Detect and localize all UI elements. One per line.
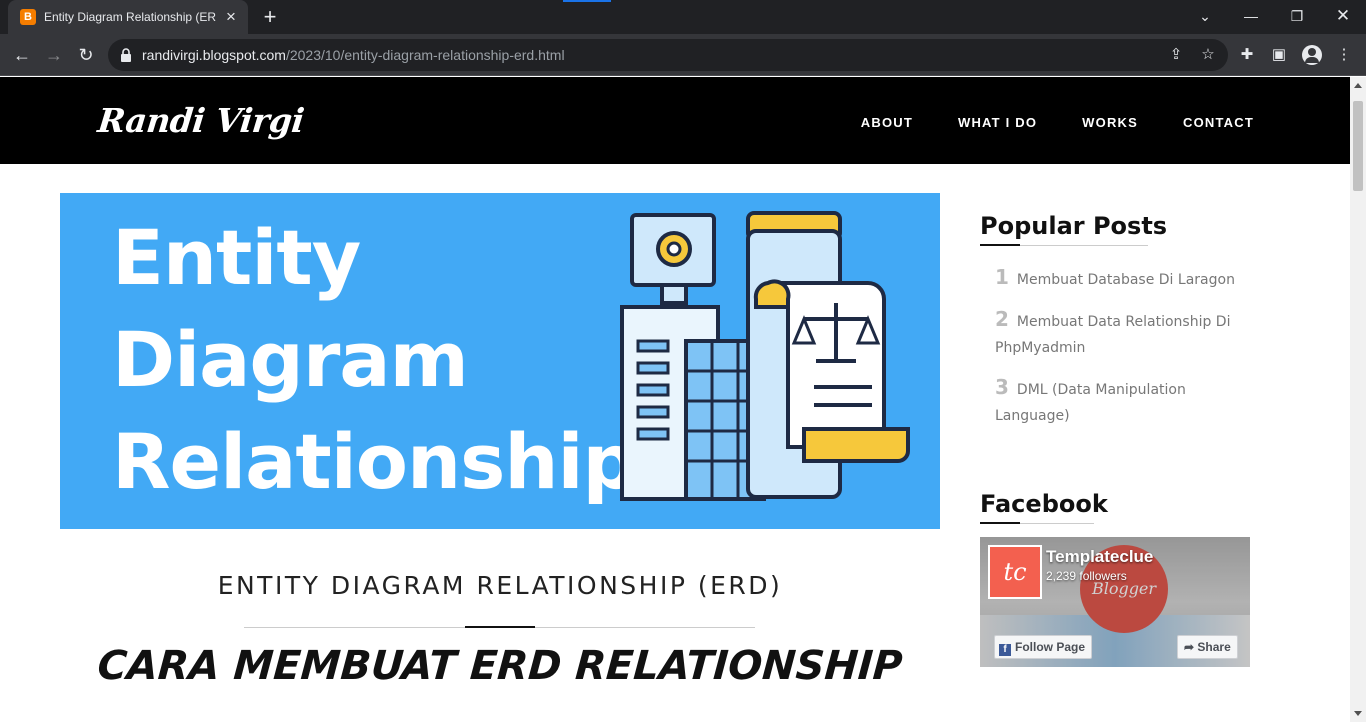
- page-scrollbar[interactable]: [1350, 77, 1366, 722]
- restore-button[interactable]: ❐: [1274, 2, 1320, 30]
- fb-followers-count: 2,239 followers: [1046, 569, 1127, 583]
- forward-button[interactable]: →: [40, 41, 68, 69]
- tab-title: Entity Diagram Relationship (ERD): [44, 10, 216, 24]
- hero-line-3: Relationship: [112, 417, 637, 506]
- reload-button[interactable]: ↻: [72, 41, 100, 69]
- site-logo[interactable]: Randi Virgi: [96, 101, 306, 140]
- fb-follow-page-button[interactable]: f Follow Page: [994, 635, 1093, 659]
- fb-page-name[interactable]: Templateclue: [1046, 547, 1153, 567]
- back-button[interactable]: ←: [8, 41, 36, 69]
- popular-post-item[interactable]: 2 Membuat Data Relationship Di PhpMyadmin: [995, 307, 1235, 361]
- popular-posts-divider-accent: [980, 244, 1020, 246]
- menu-kebab-icon[interactable]: ⋮: [1331, 42, 1357, 68]
- post-heading: CARA MEMBUAT ERD RELATIONSHIP: [96, 643, 904, 689]
- building-law-document-illustration: [620, 211, 910, 501]
- popular-post-link[interactable]: Membuat Data Relationship Di PhpMyadmin: [995, 314, 1230, 356]
- popular-post-item[interactable]: 3 DML (Data Manipulation Language): [995, 375, 1235, 429]
- fb-page-logo[interactable]: tc: [988, 545, 1042, 599]
- title-divider-accent: [465, 626, 535, 628]
- hero-line-2: Diagram: [112, 315, 469, 404]
- facebook-f-icon: f: [999, 644, 1011, 656]
- popular-post-item[interactable]: 1 Membuat Database Di Laragon: [995, 265, 1235, 293]
- tab-indicator: [563, 0, 611, 2]
- nav-contact[interactable]: CONTACT: [1183, 115, 1254, 130]
- popular-post-number: 2: [995, 307, 1009, 331]
- facebook-divider-accent: [980, 522, 1020, 524]
- popular-posts-title: Popular Posts: [980, 212, 1168, 240]
- popular-post-link[interactable]: Membuat Database Di Laragon: [1017, 272, 1235, 288]
- main-nav: ABOUT WHAT I DO WORKS CONTACT: [861, 115, 1254, 130]
- new-tab-button[interactable]: +: [258, 5, 282, 29]
- blogger-favicon-icon: B: [20, 9, 36, 25]
- site-header: Randi Virgi ABOUT WHAT I DO WORKS CONTAC…: [0, 77, 1350, 164]
- close-tab-icon[interactable]: ×: [222, 8, 240, 26]
- popular-posts-list: 1 Membuat Database Di Laragon 2 Membuat Da…: [995, 265, 1235, 443]
- tab-search-icon[interactable]: ⌄: [1182, 2, 1228, 30]
- facebook-widget-title: Facebook: [980, 490, 1108, 518]
- extensions-puzzle-icon[interactable]: ✚: [1234, 42, 1260, 68]
- minimize-button[interactable]: —: [1228, 2, 1274, 30]
- bookmark-star-icon[interactable]: ☆: [1198, 45, 1218, 65]
- nav-what-i-do[interactable]: WHAT I DO: [958, 115, 1037, 130]
- fb-share-button[interactable]: ➦ Share: [1177, 635, 1238, 659]
- post-hero-image: Entity Diagram Relationship: [60, 193, 940, 529]
- post-title: ENTITY DIAGRAM RELATIONSHIP (ERD): [217, 571, 783, 600]
- tab-strip: B Entity Diagram Relationship (ERD) × + …: [0, 0, 1366, 34]
- facebook-page-plugin[interactable]: Blogger Template tc Templateclue 2,239 f…: [980, 537, 1250, 667]
- popular-post-number: 1: [995, 265, 1009, 289]
- browser-tab[interactable]: B Entity Diagram Relationship (ERD) ×: [8, 0, 248, 34]
- side-panel-icon[interactable]: ▣: [1266, 42, 1292, 68]
- scroll-up-arrow-icon[interactable]: [1354, 83, 1362, 88]
- scroll-down-arrow-icon[interactable]: [1354, 711, 1362, 716]
- url-text: randivirgi.blogspot.com/2023/10/entity-d…: [142, 47, 565, 63]
- nav-about[interactable]: ABOUT: [861, 115, 913, 130]
- hero-line-1: Entity: [112, 213, 361, 302]
- popular-post-number: 3: [995, 375, 1009, 399]
- scrollbar-thumb[interactable]: [1353, 101, 1363, 191]
- browser-toolbar: ← → ↻ randivirgi.blogspot.com/2023/10/en…: [0, 34, 1366, 76]
- share-arrow-icon: ➦: [1184, 640, 1198, 654]
- popular-post-link[interactable]: DML (Data Manipulation Language): [995, 382, 1186, 424]
- profile-avatar[interactable]: [1302, 45, 1322, 65]
- page-viewport: Randi Virgi ABOUT WHAT I DO WORKS CONTAC…: [0, 77, 1350, 722]
- close-window-button[interactable]: ✕: [1320, 2, 1366, 30]
- nav-works[interactable]: WORKS: [1082, 115, 1138, 130]
- address-bar[interactable]: randivirgi.blogspot.com/2023/10/entity-d…: [108, 39, 1228, 71]
- lock-icon: [121, 48, 131, 62]
- share-icon[interactable]: ⇪: [1166, 45, 1186, 65]
